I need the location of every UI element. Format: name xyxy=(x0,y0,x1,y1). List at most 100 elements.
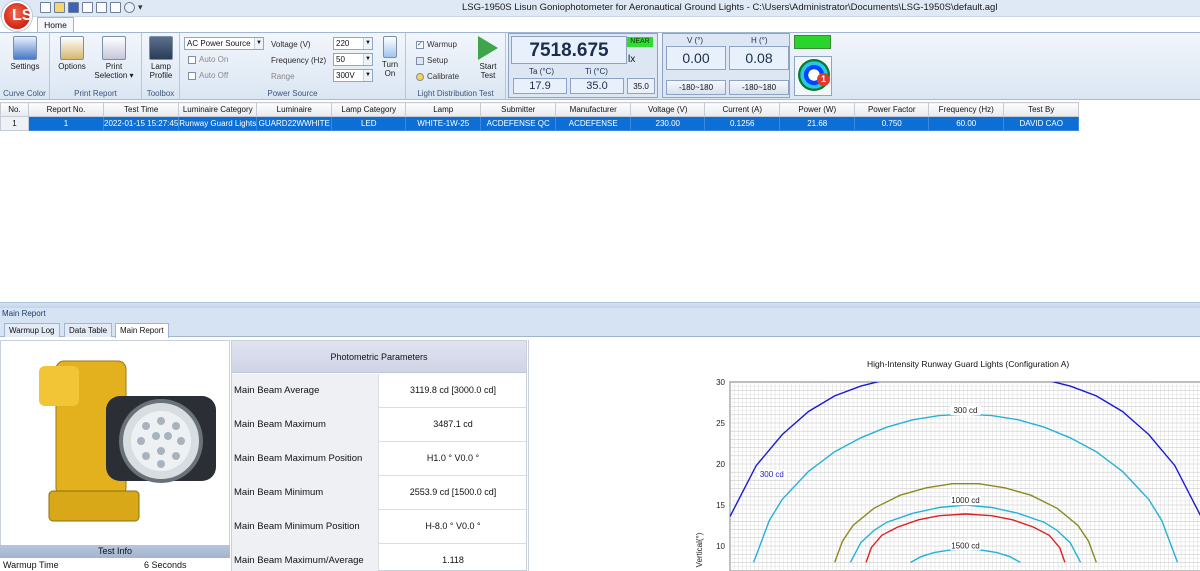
column-header[interactable]: Lamp xyxy=(405,102,482,117)
ribbon-group-print-report: Options Print Selection ▾ Print Report xyxy=(50,33,142,100)
print-setup-icon[interactable] xyxy=(110,2,121,13)
v-range-button[interactable]: -180~180 xyxy=(666,80,726,95)
turn-on-button[interactable]: Turn On xyxy=(377,36,403,78)
checkbox-icon xyxy=(188,55,196,64)
tab-data-table[interactable]: Data Table xyxy=(64,323,113,337)
group-label-toolbox: Toolbox xyxy=(146,89,175,98)
setup-icon xyxy=(416,56,424,65)
auto-off-label: Auto Off xyxy=(199,71,229,80)
settings-icon xyxy=(13,36,37,60)
results-grid: No. Report No. Test Time Luminaire Category… xyxy=(0,102,1200,302)
column-header[interactable]: Test Time xyxy=(102,102,180,117)
contour-label: 1500 cd xyxy=(951,541,979,550)
new-file-icon[interactable] xyxy=(40,2,51,13)
param-label: Main Beam Minimum Position xyxy=(232,510,379,544)
column-header[interactable]: No. xyxy=(0,102,29,117)
print-preview-icon[interactable] xyxy=(96,2,107,13)
param-label: Main Beam Maximum Position xyxy=(232,442,379,476)
param-value: H1.0 ° V0.0 ° xyxy=(426,453,480,463)
chevron-down-icon: ▼ xyxy=(363,70,372,81)
device-status-button[interactable]: 1 xyxy=(794,56,832,96)
frequency-select[interactable]: 50 ▼ xyxy=(333,53,373,66)
tab-home[interactable]: Home xyxy=(37,17,74,33)
table-cell: DAVID CAO xyxy=(1003,116,1080,131)
auto-on-checkbox[interactable]: Auto On xyxy=(188,55,228,64)
table-cell: 0.1256 xyxy=(704,116,781,131)
bulb-icon xyxy=(416,72,424,81)
power-source-select[interactable]: AC Power Source ▼ xyxy=(184,37,264,50)
settings-label: Settings xyxy=(10,62,40,71)
calibrate-button[interactable]: Calibrate xyxy=(416,72,459,81)
tab-warmup-log[interactable]: Warmup Log xyxy=(4,323,60,337)
range-value: 300V xyxy=(336,71,355,80)
table-cell: 2022-01-15 15:27:45 xyxy=(102,116,180,131)
open-folder-icon[interactable] xyxy=(54,2,65,13)
tab-main-report[interactable]: Main Report xyxy=(115,323,169,338)
column-header[interactable]: Frequency (Hz) xyxy=(928,102,1005,117)
warmup-checkbox[interactable]: Warmup xyxy=(416,40,457,49)
options-button[interactable]: Options xyxy=(54,36,90,71)
warmup-label: Warmup xyxy=(427,40,457,49)
table-cell: 60.00 xyxy=(928,116,1005,131)
settings-button[interactable]: Settings xyxy=(6,36,44,71)
h-angle-value: 0.08 xyxy=(729,46,789,70)
y-tick-label: 25 xyxy=(716,419,725,428)
column-header[interactable]: Test By xyxy=(1003,102,1080,117)
start-test-label: Start Test xyxy=(479,62,497,80)
customize-toolbar-icon[interactable]: ▾ xyxy=(138,2,144,13)
isocandela-chart: High-Intensity Runway Guard Lights (Conf… xyxy=(528,340,1200,571)
title-bar: ▾ LSG-1950S Lisun Goniophotometer for Ae… xyxy=(0,0,1200,17)
setup-button[interactable]: Setup xyxy=(416,56,448,65)
photometric-parameters-header: Photometric Parameters xyxy=(232,341,526,373)
param-row: Main Beam Average 3119.8 cd [3000.0 cd] xyxy=(232,374,526,408)
ti-setpoint-button[interactable]: 35.0 xyxy=(627,78,655,94)
auto-off-checkbox[interactable]: Auto Off xyxy=(188,71,228,80)
frequency-label: Frequency (Hz) xyxy=(271,56,327,65)
column-header[interactable]: Voltage (V) xyxy=(630,102,706,117)
h-range-button[interactable]: -180~180 xyxy=(729,80,789,95)
turn-on-label: Turn On xyxy=(381,60,399,78)
panel-title: Main Report xyxy=(0,308,1200,320)
save-icon[interactable] xyxy=(68,2,79,13)
test-info-header: Test Info xyxy=(0,545,230,558)
contour-label: 1000 cd xyxy=(951,496,979,505)
voltage-value: 220 xyxy=(336,39,350,48)
angle-readout: V (°) H (°) 0.00 0.08 -180~180 -180~180 xyxy=(662,33,790,98)
chart-plot: 10 15 20 25 30 Vertical(°) 300 cd 300 cd 1000 cd… xyxy=(695,378,1200,571)
luminaire-photo xyxy=(0,340,230,546)
voltage-select[interactable]: 220 ▼ xyxy=(333,37,373,50)
column-header[interactable]: Luminaire Category xyxy=(178,102,258,117)
column-header[interactable]: Manufacturer xyxy=(555,102,632,117)
range-select[interactable]: 300V ▼ xyxy=(333,69,373,82)
table-cell: GUARD22WWHITE xyxy=(256,116,333,131)
group-label-light-distribution-test: Light Distribution Test xyxy=(417,89,494,98)
window-title: LSG-1950S Lisun Goniophotometer for Aero… xyxy=(462,2,998,13)
column-header[interactable]: Report No. xyxy=(28,102,104,117)
options-icon xyxy=(60,36,84,60)
column-header[interactable]: Power Factor xyxy=(854,102,930,117)
app-menu-button[interactable]: LS xyxy=(2,1,32,31)
help-icon[interactable] xyxy=(124,2,135,13)
power-source-value: AC Power Source xyxy=(187,39,251,48)
y-tick-label: 20 xyxy=(716,460,725,469)
quick-access-toolbar: ▾ xyxy=(40,2,144,13)
print-icon[interactable] xyxy=(82,2,93,13)
param-value: 3487.1 cd xyxy=(433,419,473,429)
column-header[interactable]: Lamp Category xyxy=(331,102,407,117)
table-row[interactable]: 1 1 2022-01-15 15:27:45 Runway Guard Lights… xyxy=(0,116,1080,131)
illuminance-value: 7518.675 xyxy=(511,36,627,64)
v-angle-value: 0.00 xyxy=(666,46,726,70)
column-header[interactable]: Luminaire xyxy=(256,102,333,117)
voltage-label: Voltage (V) xyxy=(271,40,311,49)
lamp-profile-button[interactable]: Lamp Profile xyxy=(144,36,178,80)
v-angle-label: V (°) xyxy=(687,36,704,45)
column-header[interactable]: Power (W) xyxy=(779,102,856,117)
column-header[interactable]: Current (A) xyxy=(704,102,781,117)
param-label: Main Beam Maximum/Average xyxy=(232,544,379,571)
column-header[interactable]: Submitter xyxy=(480,102,557,117)
print-selection-button[interactable]: Print Selection ▾ xyxy=(92,36,136,80)
start-test-button[interactable]: Start Test xyxy=(474,36,502,80)
table-cell: 230.00 xyxy=(630,116,706,131)
ribbon-group-power-source: AC Power Source ▼ Auto On Auto Off Volta… xyxy=(180,33,406,100)
print-selection-label: Print Selection ▾ xyxy=(94,62,134,80)
